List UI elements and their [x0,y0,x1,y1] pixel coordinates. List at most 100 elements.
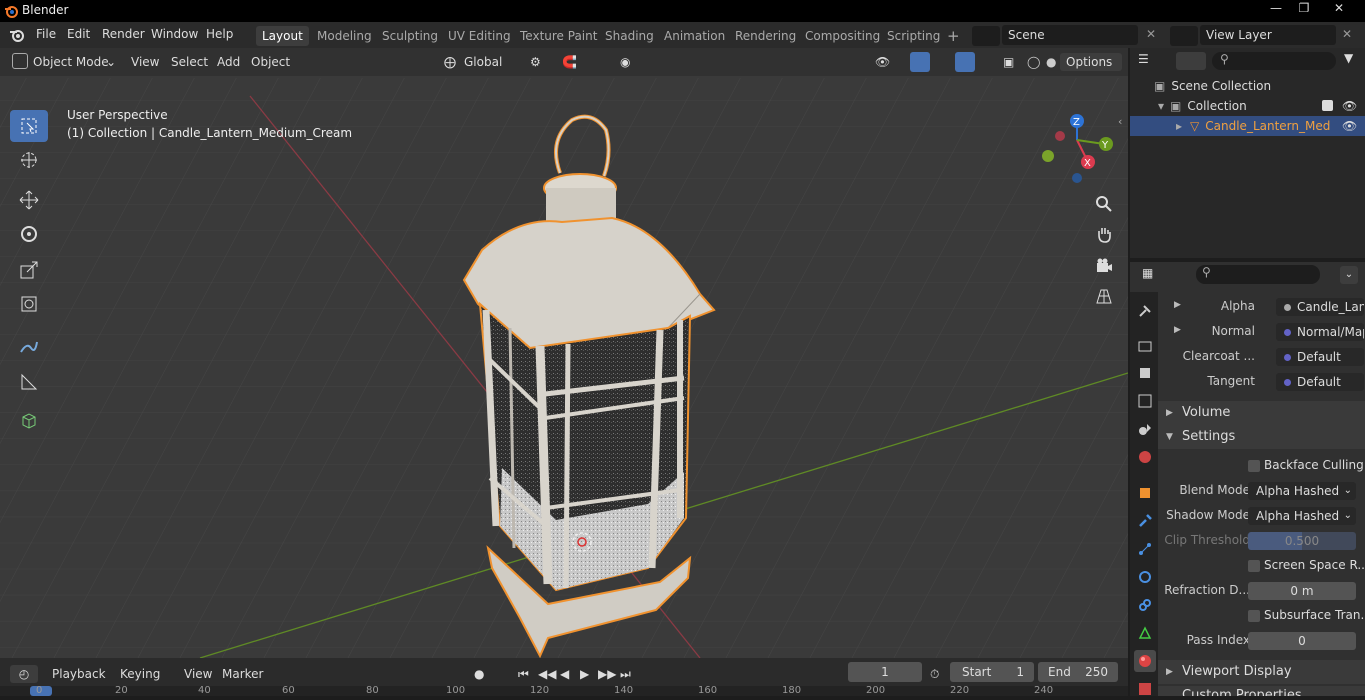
overlays-toggle-icon[interactable] [955,52,975,72]
add-workspace-icon[interactable]: + [941,26,966,46]
start-frame-input[interactable]: Start 1 [950,662,1034,682]
custom-properties-section-header[interactable]: Custom Properties [1158,686,1365,696]
blender-menu-icon[interactable] [8,27,26,43]
data-tab-icon[interactable] [1134,622,1156,644]
particles-tab-icon[interactable] [1134,538,1156,560]
scene-tab-icon[interactable] [1134,418,1156,440]
ssr-checkbox[interactable] [1248,560,1260,572]
editor-type-icon[interactable] [12,53,28,69]
menu-select[interactable]: Select [171,53,208,71]
volume-section-header[interactable]: ▶ Volume [1158,401,1365,425]
timeline-editor-type-icon[interactable]: ◴ [10,665,38,683]
tab-texture-paint[interactable]: Texture Paint [514,26,603,46]
object-tab-icon[interactable] [1134,482,1156,504]
measure-tool[interactable] [10,366,48,398]
toggle-perspective-icon[interactable] [1092,284,1116,308]
constraints-tab-icon[interactable] [1134,594,1156,616]
settings-section-header[interactable]: ▼ Settings [1158,425,1365,449]
viewport-display-section-header[interactable]: ▶ Viewport Display [1158,660,1365,684]
current-frame-input[interactable]: 1 [848,662,922,682]
marker-menu[interactable]: Marker [222,665,263,683]
prev-keyframe-icon[interactable]: ◀◀ [538,665,556,683]
tab-scripting[interactable]: Scripting [881,26,946,46]
tab-uv-editing[interactable]: UV Editing [442,26,517,46]
proportional-editing-icon[interactable]: ◉ [620,53,630,71]
pivot-point-icon[interactable]: ⚙ [530,53,541,71]
play-icon[interactable]: ▶ [580,665,589,683]
cursor-tool[interactable] [10,144,48,176]
properties-editor-type-icon[interactable]: ▦ [1142,266,1170,284]
move-tool[interactable] [10,184,48,216]
menu-view[interactable]: View [131,53,159,71]
jump-end-icon[interactable]: ⏭ [620,665,631,683]
tab-layout[interactable]: Layout [256,26,309,46]
close-icon[interactable]: ✕ [1325,0,1353,16]
menu-edit[interactable]: Edit [67,27,90,41]
view-layer-browse-icon[interactable] [1170,26,1198,46]
output-tab-icon[interactable] [1134,362,1156,384]
tab-animation[interactable]: Animation [658,26,731,46]
shadow-mode-dropdown[interactable]: Alpha Hashed ⌄ [1248,507,1356,525]
object-mode-dropdown[interactable]: Object Mode [33,53,109,71]
timeline-view-menu[interactable]: View [184,665,212,683]
alpha-input[interactable]: Candle_Lante... [1276,298,1364,316]
select-box-tool[interactable] [10,110,48,142]
clip-threshold-slider[interactable]: 0.500 [1248,532,1356,550]
outliner-search-input[interactable] [1212,52,1336,70]
transform-orientation-icon[interactable]: ⨁ [444,53,466,71]
snap-icon[interactable]: 🧲 [562,53,577,71]
expand-chevron-icon[interactable]: ▾ [1158,99,1164,113]
refraction-depth-input[interactable]: 0 m [1248,582,1356,600]
modifiers-tab-icon[interactable] [1134,510,1156,532]
tab-rendering[interactable]: Rendering [729,26,802,46]
material-tab-icon[interactable] [1134,650,1156,672]
world-tab-icon[interactable] [1134,446,1156,468]
tool-tab-icon[interactable] [1134,300,1156,322]
xray-icon[interactable]: ▣ [1003,53,1014,71]
tab-modeling[interactable]: Modeling [311,26,378,46]
wireframe-shading-icon[interactable]: ◯ [1027,53,1040,71]
tab-shading[interactable]: Shading [599,26,660,46]
physics-tab-icon[interactable] [1134,566,1156,588]
transform-tool[interactable] [10,288,48,320]
outliner-object-row[interactable]: ▸ ▽ Candle_Lantern_Med 👁 [1130,116,1365,136]
end-frame-input[interactable]: End 250 [1038,662,1118,682]
blend-mode-dropdown[interactable]: Alpha Hashed ⌄ [1248,482,1356,500]
menu-object[interactable]: Object [251,53,290,71]
timeline-ruler[interactable]: 0 20 40 60 80 100 120 140 160 180 200 22… [0,685,1128,696]
expand-chevron-icon[interactable]: ▶ [1174,300,1181,310]
render-tab-icon[interactable] [1134,334,1156,356]
menu-add[interactable]: Add [217,53,240,71]
maximize-icon[interactable]: ❐ [1290,0,1318,16]
filter-icon[interactable]: ▼ [1344,51,1353,65]
gizmo-toggle-icon[interactable] [910,52,930,72]
view-layer-tab-icon[interactable] [1134,390,1156,412]
properties-options-icon[interactable]: ⌄ [1340,266,1358,284]
play-reverse-icon[interactable]: ◀ [560,665,569,683]
properties-search-input[interactable] [1196,265,1320,284]
subsurface-checkbox[interactable] [1248,610,1260,622]
tab-sculpting[interactable]: Sculpting [376,26,444,46]
navigation-gizmo[interactable]: Z X Y [1030,110,1120,190]
pass-index-input[interactable]: 0 [1248,632,1356,650]
menu-file[interactable]: File [36,27,56,41]
jump-start-icon[interactable]: ⏮ [518,665,529,683]
outliner-filter-mode-icon[interactable] [1176,52,1206,70]
backface-culling-checkbox[interactable] [1248,460,1260,472]
scale-tool[interactable] [10,254,48,286]
normal-input[interactable]: Normal/Map [1276,323,1364,341]
outliner-scene-collection[interactable]: ▣ Scene Collection [1130,76,1365,96]
stopwatch-icon[interactable]: ⏱ [930,665,939,683]
rotate-tool[interactable] [10,218,48,250]
view-layer-field[interactable]: View Layer [1200,25,1336,45]
next-keyframe-icon[interactable]: ▶▶ [598,665,616,683]
minimize-icon[interactable]: — [1262,0,1290,16]
view-layer-remove-icon[interactable]: ✕ [1342,27,1352,41]
zoom-icon[interactable] [1092,192,1116,216]
outliner-display-mode-icon[interactable]: ☰ [1138,52,1168,70]
outliner-collection[interactable]: ▾ ▣ Collection 👁 [1130,96,1365,116]
tab-compositing[interactable]: Compositing [799,26,886,46]
pan-hand-icon[interactable] [1092,222,1116,246]
collection-include-checkbox[interactable] [1322,100,1333,111]
options-dropdown[interactable]: Options [1060,53,1122,71]
